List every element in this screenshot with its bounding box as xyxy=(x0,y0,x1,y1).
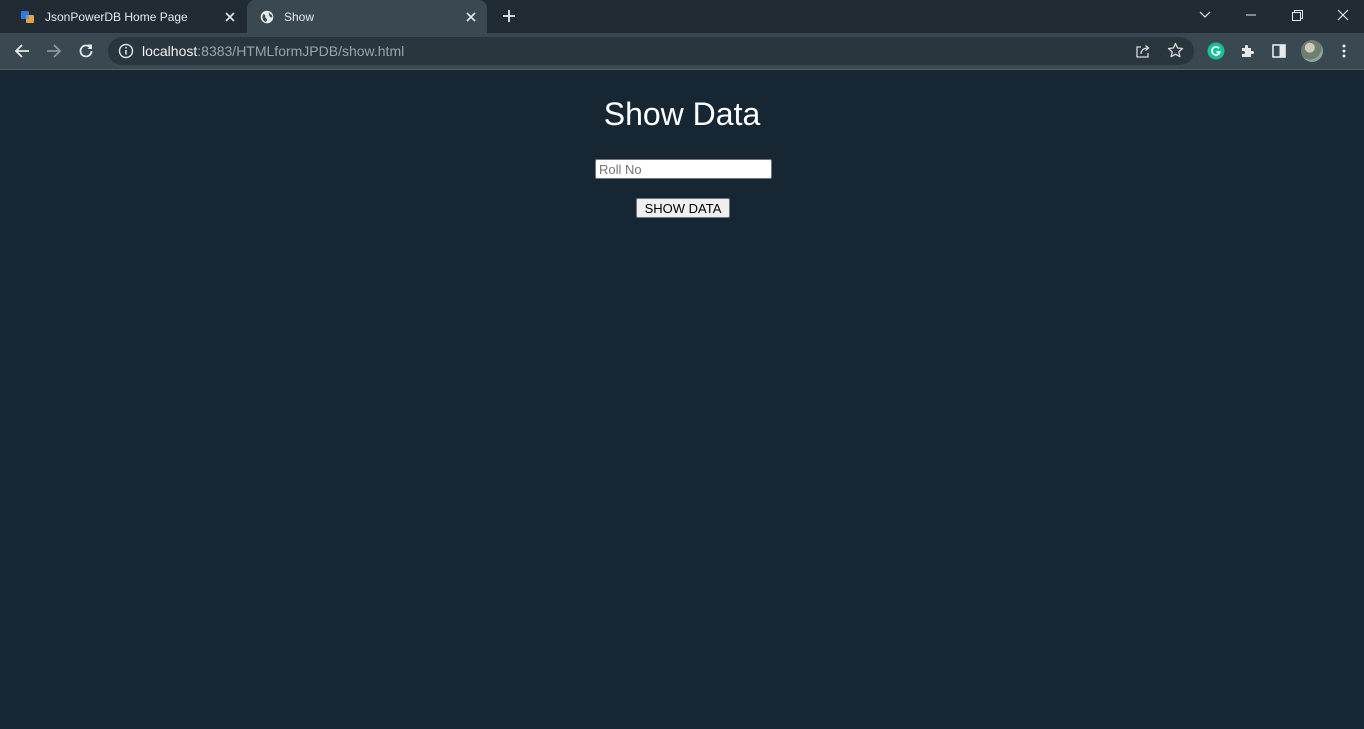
url-path: :8383/HTMLformJPDB/show.html xyxy=(197,43,405,59)
close-tab-icon[interactable] xyxy=(463,9,479,25)
plus-icon xyxy=(503,10,515,22)
jpdb-logo-icon xyxy=(20,9,36,25)
page-title: Show Data xyxy=(603,96,761,132)
new-tab-button[interactable] xyxy=(499,6,519,26)
tab-strip: JsonPowerDB Home Page Show xyxy=(0,0,1364,33)
tab-title: JsonPowerDB Home Page xyxy=(45,9,188,24)
share-icon[interactable] xyxy=(1135,43,1151,59)
bookmark-star-icon[interactable] xyxy=(1167,42,1184,59)
profile-avatar[interactable] xyxy=(1301,40,1323,62)
globe-icon xyxy=(259,9,275,25)
kebab-menu-icon xyxy=(1342,44,1346,58)
tab-show[interactable]: Show xyxy=(247,0,487,33)
grammarly-extension-button[interactable] xyxy=(1203,38,1229,64)
roll-no-input[interactable] xyxy=(595,159,772,179)
restore-icon xyxy=(1291,9,1303,21)
url-text: localhost:8383/HTMLformJPDB/show.html xyxy=(142,37,404,65)
close-window-button[interactable] xyxy=(1320,0,1364,30)
extensions-button[interactable] xyxy=(1235,38,1261,64)
chevron-down-icon xyxy=(1199,11,1211,18)
grammarly-icon xyxy=(1207,42,1225,60)
puzzle-icon xyxy=(1242,45,1254,57)
tab-search-button[interactable] xyxy=(1182,0,1228,30)
reload-icon xyxy=(79,44,93,58)
url-host: localhost xyxy=(142,43,198,59)
forward-arrow-icon xyxy=(47,44,62,58)
back-arrow-icon xyxy=(14,44,29,58)
forward-button[interactable] xyxy=(41,38,67,64)
address-bar[interactable]: localhost:8383/HTMLformJPDB/show.html xyxy=(108,37,1194,65)
side-panel-icon xyxy=(1272,44,1286,58)
show-data-button[interactable]: SHOW DATA xyxy=(636,198,730,218)
browser-toolbar: localhost:8383/HTMLformJPDB/show.html xyxy=(0,33,1364,70)
minimize-button[interactable] xyxy=(1228,0,1274,30)
side-panel-button[interactable] xyxy=(1266,38,1292,64)
restore-button[interactable] xyxy=(1274,0,1320,30)
reload-button[interactable] xyxy=(73,38,99,64)
tab-jsonpowerdb[interactable]: JsonPowerDB Home Page xyxy=(8,0,246,33)
back-button[interactable] xyxy=(9,38,35,64)
close-icon xyxy=(1337,9,1349,21)
info-icon[interactable] xyxy=(118,43,134,59)
tab-title: Show xyxy=(284,9,315,24)
minimize-icon xyxy=(1246,14,1256,16)
browser-menu-button[interactable] xyxy=(1331,38,1357,64)
close-tab-icon[interactable] xyxy=(222,9,238,25)
